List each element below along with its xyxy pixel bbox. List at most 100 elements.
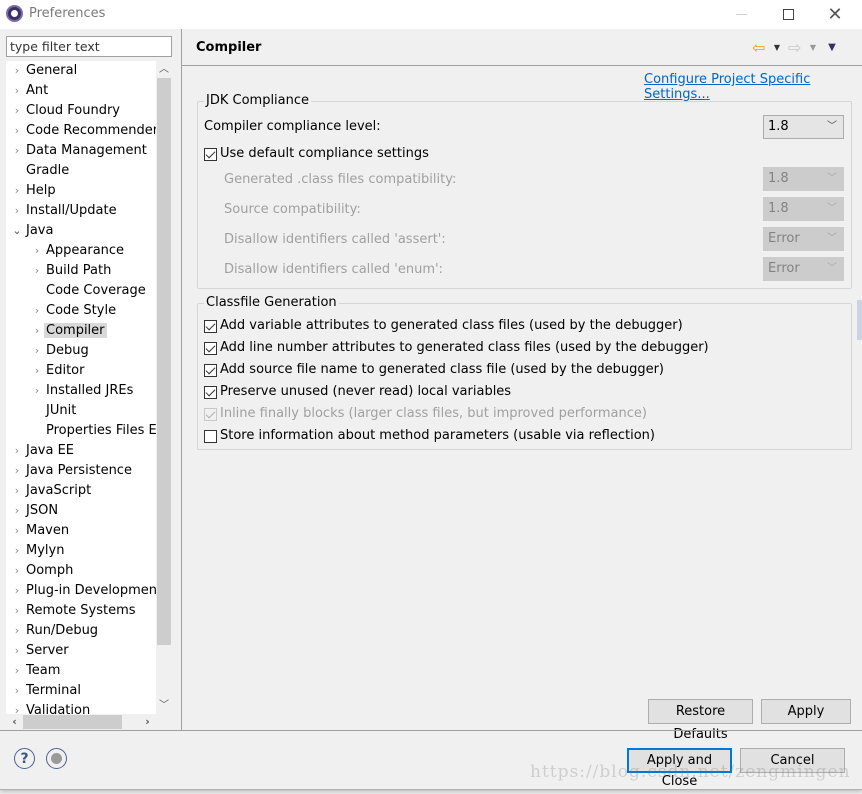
tree-item[interactable]: › Install/Update [10, 201, 119, 221]
chevron-right-icon[interactable]: › [30, 301, 44, 321]
chevron-right-icon[interactable]: › [10, 441, 24, 461]
classfile-option-checkbox[interactable]: Preserve unused (never read) local varia… [204, 383, 511, 401]
tree-item[interactable]: › Team [10, 661, 62, 681]
chevron-right-icon[interactable]: › [30, 241, 44, 261]
tree-item[interactable]: › Java EE [10, 441, 76, 461]
chevron-right-icon[interactable]: › [10, 561, 24, 581]
chevron-right-icon[interactable]: › [30, 321, 44, 341]
tree-item[interactable]: JUnit [30, 401, 78, 421]
configure-project-specific-settings-link[interactable]: Configure Project Specific Settings... [644, 72, 862, 102]
chevron-right-icon[interactable]: › [10, 601, 24, 621]
back-arrow-icon[interactable]: ⇦ [752, 38, 770, 57]
classfile-option-label: Add variable attributes to generated cla… [220, 318, 683, 333]
maximize-button[interactable] [765, 0, 811, 29]
record-icon[interactable] [46, 748, 67, 769]
chevron-right-icon[interactable]: › [10, 141, 24, 161]
tree-item[interactable]: › Code Recommenders [10, 121, 156, 141]
chevron-right-icon[interactable]: › [10, 121, 24, 141]
chevron-right-icon[interactable]: › [10, 201, 24, 221]
chevron-right-icon[interactable]: › [10, 461, 24, 481]
tree-item-label: Run/Debug [26, 623, 99, 638]
chevron-right-icon[interactable]: › [10, 581, 24, 601]
tree-item[interactable]: › Editor [30, 361, 86, 381]
tree-vertical-scrollbar[interactable]: ︿ ﹀ [156, 61, 172, 714]
close-icon: ✕ [827, 4, 843, 25]
chevron-right-icon[interactable]: › [30, 381, 44, 401]
chevron-right-icon[interactable]: › [30, 361, 44, 381]
classfile-option-checkbox[interactable]: Store information about method parameter… [204, 427, 655, 445]
tree-item[interactable]: › Terminal [10, 681, 83, 701]
minimize-button[interactable] [718, 0, 764, 29]
tree-item[interactable]: › JSON [10, 501, 60, 521]
vertical-scroll-thumb[interactable] [157, 78, 171, 645]
filter-input[interactable] [6, 36, 172, 57]
tree-item[interactable]: ⌄ Java [10, 221, 55, 241]
tree-item[interactable]: › Build Path [30, 261, 113, 281]
chevron-right-icon[interactable]: › [10, 481, 24, 501]
tree-item[interactable]: › Help [10, 181, 58, 201]
tree-item[interactable]: Properties Files Editor [30, 421, 156, 441]
chevron-right-icon[interactable]: › [10, 541, 24, 561]
chevron-right-icon[interactable]: › [10, 681, 24, 701]
tree-item-label: Server [26, 643, 69, 658]
chevron-right-icon[interactable]: › [10, 661, 24, 681]
tree-item[interactable]: Code Coverage [30, 281, 148, 301]
forward-history-dropdown-icon[interactable]: ▼ [806, 43, 820, 52]
chevron-right-icon[interactable]: › [30, 261, 44, 281]
chevron-right-icon[interactable]: › [10, 621, 24, 641]
tree-item[interactable]: › Ant [10, 81, 50, 101]
classfile-option-checkbox[interactable]: Add variable attributes to generated cla… [204, 317, 683, 335]
chevron-right-icon[interactable]: › [10, 641, 24, 661]
help-icon[interactable]: ? [14, 748, 35, 769]
chevron-right-icon[interactable]: › [10, 521, 24, 541]
tree-item[interactable]: › Oomph [10, 561, 75, 581]
tree-item[interactable]: › Appearance [30, 241, 126, 261]
classfile-option-checkbox[interactable]: Add line number attributes to generated … [204, 339, 709, 357]
tree-item[interactable]: › Mylyn [10, 541, 66, 561]
scroll-down-icon[interactable]: ﹀ [156, 697, 172, 714]
classfile-option-label: Inline finally blocks (larger class file… [220, 406, 647, 421]
apply-button[interactable]: Apply [761, 699, 851, 724]
tree-item[interactable]: › Java Persistence [10, 461, 134, 481]
chevron-right-icon[interactable]: › [10, 61, 24, 81]
tree-item[interactable]: › General [10, 61, 79, 81]
tree-item[interactable]: › JavaScript [10, 481, 93, 501]
classfile-option-checkbox[interactable]: Add source file name to generated class … [204, 361, 664, 379]
restore-defaults-button[interactable]: Restore Defaults [648, 699, 753, 742]
tree-item[interactable]: › Cloud Foundry [10, 101, 122, 121]
tree-item[interactable]: › Maven [10, 521, 71, 541]
chevron-right-icon[interactable]: › [10, 701, 24, 714]
tree-item[interactable]: › Data Management [10, 141, 149, 161]
chevron-right-icon[interactable]: › [10, 501, 24, 521]
view-menu-icon[interactable]: ▼ [824, 42, 840, 53]
chevron-right-icon[interactable]: › [30, 341, 44, 361]
tree-item[interactable]: › Remote Systems [10, 601, 138, 621]
scroll-left-icon[interactable]: ‹ [6, 714, 23, 730]
tree-item[interactable]: › Debug [30, 341, 91, 361]
tree-item[interactable]: › Server [10, 641, 71, 661]
chevron-down-icon: ﹀ [827, 233, 837, 244]
tree-item[interactable]: › Plug-in Development [10, 581, 156, 601]
scroll-up-icon[interactable]: ︿ [156, 61, 172, 78]
tree-horizontal-scrollbar[interactable]: ‹ › [6, 714, 156, 730]
tree-item[interactable]: › Installed JREs [30, 381, 135, 401]
pane-sash[interactable] [181, 29, 182, 730]
horizontal-scroll-thumb[interactable] [23, 715, 122, 729]
tree-item-label: Oomph [26, 563, 74, 578]
tree-item[interactable]: › Run/Debug [10, 621, 100, 641]
tree-item[interactable]: › Compiler [30, 321, 107, 341]
chevron-right-icon[interactable]: › [10, 81, 24, 101]
chevron-right-icon[interactable]: › [10, 181, 24, 201]
close-button[interactable]: ✕ [812, 0, 858, 29]
compliance-level-select[interactable]: 1.8 ﹀ [763, 115, 844, 139]
use-default-compliance-checkbox[interactable]: Use default compliance settings [204, 145, 429, 163]
back-history-dropdown-icon[interactable]: ▼ [770, 43, 784, 52]
source-compat-value: 1.8 [768, 201, 789, 216]
tree-item[interactable]: › Validation [10, 701, 92, 714]
chevron-down-icon[interactable]: ⌄ [10, 221, 24, 241]
chevron-right-icon[interactable]: › [10, 101, 24, 121]
tree-item[interactable]: › Code Style [30, 301, 118, 321]
scroll-right-icon[interactable]: › [139, 714, 156, 730]
forward-arrow-icon[interactable]: ⇨ [788, 38, 806, 57]
tree-item[interactable]: Gradle [10, 161, 71, 181]
